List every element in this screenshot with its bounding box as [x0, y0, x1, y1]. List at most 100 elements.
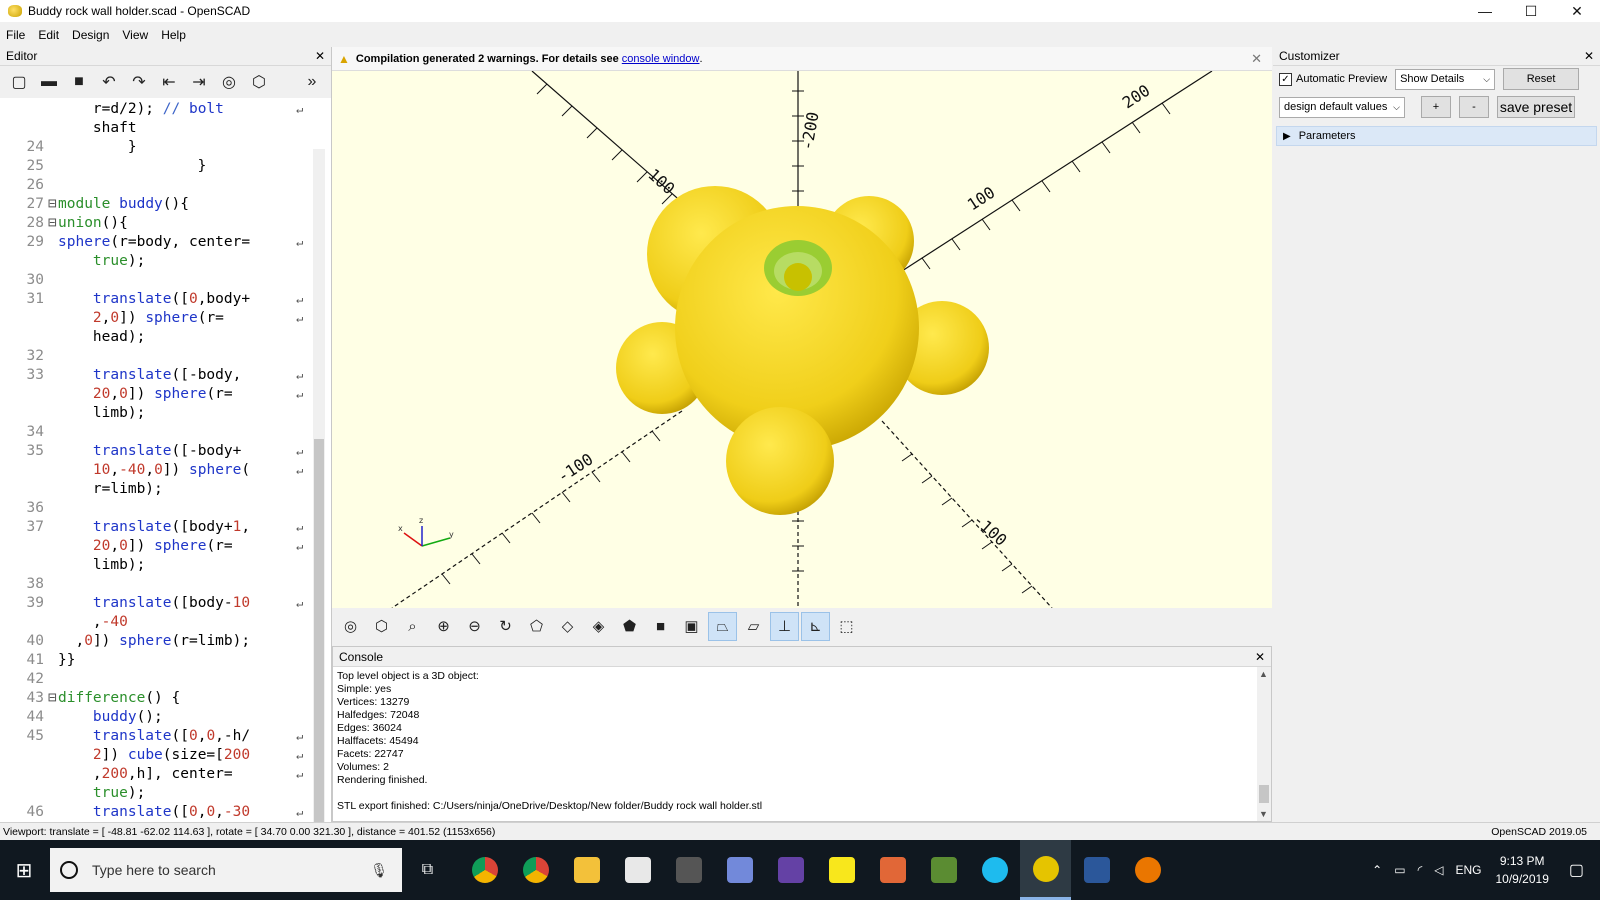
minecraft-icon[interactable]: [918, 840, 969, 900]
fold-toggle-icon[interactable]: ⊟: [48, 195, 58, 214]
code-line[interactable]: true);: [0, 784, 330, 803]
internet-explorer-icon[interactable]: [969, 840, 1020, 900]
preview-icon[interactable]: ◎: [216, 69, 242, 95]
code-line[interactable]: 29 sphere(r=body, center= ↵: [0, 233, 330, 252]
word-icon[interactable]: [1071, 840, 1122, 900]
microphone-icon[interactable]: 🎙: [370, 862, 388, 879]
taskbar-search[interactable]: Type here to search 🎙: [50, 848, 402, 892]
sticky-notes-icon[interactable]: [816, 840, 867, 900]
redo-icon[interactable]: ↷: [126, 69, 152, 95]
left-view-icon[interactable]: ⬟: [615, 612, 644, 641]
code-line[interactable]: 31 translate([0,body+ ↵: [0, 290, 330, 309]
indent-icon[interactable]: ⇥: [186, 69, 212, 95]
parameters-group[interactable]: ▶ Parameters: [1276, 126, 1597, 146]
notifications-icon[interactable]: ▢: [1569, 860, 1584, 880]
code-line[interactable]: 28 ⊟union(){: [0, 214, 330, 233]
show-axes-icon[interactable]: ⊥: [770, 611, 799, 641]
minimize-button[interactable]: —: [1462, 0, 1508, 22]
save-icon[interactable]: ■: [66, 69, 92, 95]
more-tools-button[interactable]: »: [299, 69, 325, 95]
add-preset-button[interactable]: +: [1421, 96, 1451, 118]
console-scrollbar-thumb[interactable]: [1259, 785, 1269, 803]
menu-file[interactable]: File: [6, 28, 25, 42]
menu-view[interactable]: View: [122, 28, 148, 42]
discord-icon[interactable]: [714, 840, 765, 900]
clock[interactable]: 9:13 PM 10/9/2019: [1495, 852, 1548, 888]
code-line[interactable]: 20,0]) sphere(r= ↵: [0, 537, 330, 556]
right-view-icon[interactable]: ⬠: [522, 612, 551, 641]
expand-triangle-icon[interactable]: ▶: [1283, 131, 1291, 142]
save-preset-button[interactable]: save preset: [1497, 96, 1575, 118]
code-line[interactable]: shaft: [0, 119, 330, 138]
open-icon[interactable]: ▬: [36, 69, 62, 95]
code-line[interactable]: 35 translate([-body+ ↵: [0, 442, 330, 461]
code-line[interactable]: 38: [0, 575, 330, 594]
code-line[interactable]: 44 buddy();: [0, 708, 330, 727]
console-scroll-down-icon[interactable]: ▼: [1259, 809, 1268, 819]
chrome-profile-icon[interactable]: [510, 840, 561, 900]
chevron-up-icon[interactable]: ⌃: [1372, 863, 1382, 877]
top-view-icon[interactable]: ◇: [553, 612, 582, 641]
zoom-out-icon[interactable]: ⊖: [460, 612, 489, 641]
code-line[interactable]: 33 translate([-body, ↵: [0, 366, 330, 385]
code-line[interactable]: 25 }: [0, 157, 330, 176]
code-line[interactable]: 34: [0, 423, 330, 442]
twitch-icon[interactable]: [765, 840, 816, 900]
details-select[interactable]: Show Details ⌵: [1395, 68, 1496, 90]
blender-icon[interactable]: [1122, 840, 1173, 900]
render-icon[interactable]: ⬡: [367, 612, 396, 641]
warning-close-button[interactable]: ✕: [1251, 51, 1262, 67]
code-line[interactable]: 43 ⊟difference() {: [0, 689, 330, 708]
fold-toggle-icon[interactable]: ⊟: [48, 214, 58, 233]
menu-edit[interactable]: Edit: [38, 28, 59, 42]
menu-help[interactable]: Help: [161, 28, 186, 42]
code-line[interactable]: 26: [0, 176, 330, 195]
matlab-icon[interactable]: [867, 840, 918, 900]
code-line[interactable]: 42: [0, 670, 330, 689]
code-line[interactable]: 20,0]) sphere(r= ↵: [0, 385, 330, 404]
language-indicator[interactable]: ENG: [1455, 863, 1481, 877]
editor-scrollbar[interactable]: [313, 149, 325, 865]
maximize-button[interactable]: ☐: [1508, 0, 1554, 22]
preview-icon[interactable]: ◎: [336, 612, 365, 641]
orthogonal-icon[interactable]: ▱: [739, 612, 768, 641]
wifi-icon[interactable]: ◜: [1418, 863, 1423, 877]
code-line[interactable]: 2,0]) sphere(r= ↵: [0, 309, 330, 328]
chrome-icon[interactable]: [459, 840, 510, 900]
preset-select[interactable]: design default values ⌵: [1279, 96, 1405, 118]
code-line[interactable]: 41}}: [0, 651, 330, 670]
store-icon[interactable]: [612, 840, 663, 900]
code-line[interactable]: head);: [0, 328, 330, 347]
code-line[interactable]: 27 ⊟module buddy(){: [0, 195, 330, 214]
openscad-icon[interactable]: [1020, 840, 1071, 900]
render-icon[interactable]: ⬡: [246, 69, 272, 95]
code-line[interactable]: 10,-40,0]) sphere(↵: [0, 461, 330, 480]
reset-view-icon[interactable]: ↻: [491, 612, 520, 641]
code-line[interactable]: 37 translate([body+1, ↵: [0, 518, 330, 537]
console-window-link[interactable]: console window: [622, 53, 700, 65]
show-edges-icon[interactable]: ⬚: [832, 612, 861, 641]
code-line[interactable]: 36: [0, 499, 330, 518]
code-line[interactable]: 46 translate([0,0,-30 ↵: [0, 803, 330, 822]
code-line[interactable]: 2]) cube(size=[200 ↵: [0, 746, 330, 765]
remove-preset-button[interactable]: -: [1459, 96, 1489, 118]
code-line[interactable]: ,200,h], center= ↵: [0, 765, 330, 784]
task-view-icon[interactable]: ⧉: [402, 840, 453, 900]
console-close-button[interactable]: ✕: [1255, 650, 1265, 664]
3d-viewport[interactable]: 200 100 -100 -100 100 -200 x y z: [332, 71, 1272, 608]
back-view-icon[interactable]: ▣: [677, 612, 706, 641]
code-line[interactable]: 45 translate([0,0,-h/ ↵: [0, 727, 330, 746]
console-scrollbar[interactable]: ▲ ▼: [1257, 667, 1271, 821]
close-button[interactable]: ✕: [1554, 0, 1600, 22]
automatic-preview-checkbox[interactable]: ✓: [1279, 72, 1292, 86]
editor-scrollbar-thumb[interactable]: [314, 439, 324, 839]
undo-icon[interactable]: ↶: [96, 69, 122, 95]
customizer-close-button[interactable]: ✕: [1584, 49, 1594, 63]
code-line[interactable]: 30: [0, 271, 330, 290]
volume-icon[interactable]: ◁: [1434, 863, 1443, 877]
show-scale-icon[interactable]: ⊾: [801, 611, 830, 641]
reset-button[interactable]: Reset: [1503, 68, 1580, 90]
view-all-icon[interactable]: ⌕: [398, 612, 427, 641]
file-explorer-icon[interactable]: [561, 840, 612, 900]
front-view-icon[interactable]: ■: [646, 612, 675, 641]
